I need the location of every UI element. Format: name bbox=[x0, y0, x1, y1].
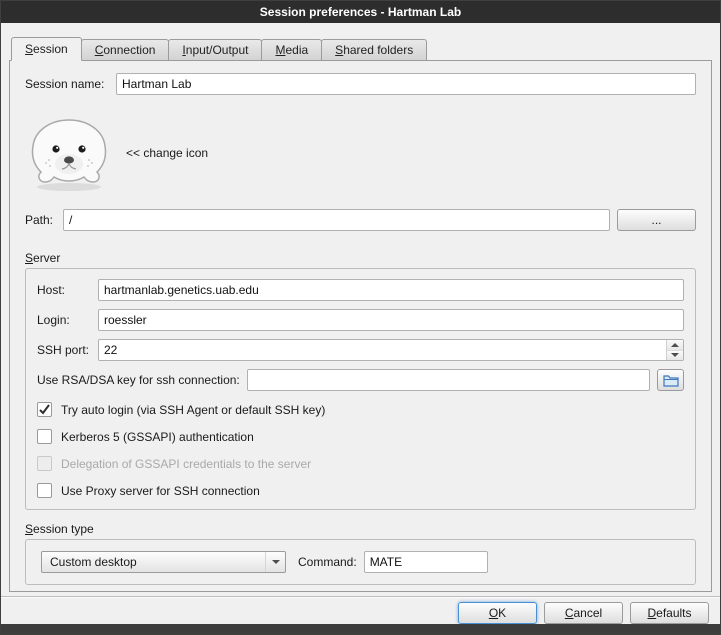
checkbox-label: Kerberos 5 (GSSAPI) authentication bbox=[61, 430, 254, 444]
checkbox-label: Try auto login (via SSH Agent or default… bbox=[61, 403, 325, 417]
path-input[interactable] bbox=[63, 209, 610, 231]
change-icon-label: << change icon bbox=[126, 146, 208, 160]
session-name-label: Session name: bbox=[25, 77, 116, 91]
tab-connection[interactable]: Connection bbox=[81, 39, 170, 60]
checkmark-icon bbox=[38, 403, 51, 416]
checkbox-auto-login[interactable]: Try auto login (via SSH Agent or default… bbox=[37, 401, 684, 418]
window-titlebar: Session preferences - Hartman Lab bbox=[1, 1, 720, 23]
tab-input-output[interactable]: Input/Output bbox=[168, 39, 262, 60]
tab-bar: Session Connection Input/Output Media Sh… bbox=[9, 36, 712, 60]
checkbox-gssapi-delegation: Delegation of GSSAPI credentials to the … bbox=[37, 455, 684, 472]
ssh-port-row: SSH port: bbox=[37, 339, 684, 361]
server-group-title: Server bbox=[25, 251, 696, 265]
checkbox-kerberos[interactable]: Kerberos 5 (GSSAPI) authentication bbox=[37, 428, 684, 445]
ssh-port-spin-buttons bbox=[666, 340, 683, 360]
command-label: Command: bbox=[298, 555, 357, 569]
path-row: Path: ... bbox=[25, 209, 696, 231]
host-label: Host: bbox=[37, 283, 98, 297]
session-type-selected-value: Custom desktop bbox=[50, 555, 265, 569]
checkbox-box[interactable] bbox=[37, 402, 52, 417]
login-row: Login: bbox=[37, 309, 684, 331]
rsa-key-browse-button[interactable] bbox=[657, 369, 684, 391]
host-input[interactable] bbox=[98, 279, 684, 301]
login-label: Login: bbox=[37, 313, 98, 327]
window-bottom-edge bbox=[1, 624, 720, 634]
ssh-port-label: SSH port: bbox=[37, 343, 98, 357]
ssh-port-spinbox bbox=[98, 339, 684, 361]
dialog-body: Session Connection Input/Output Media Sh… bbox=[1, 23, 720, 624]
checkbox-proxy[interactable]: Use Proxy server for SSH connection bbox=[37, 482, 684, 499]
rsa-key-input[interactable] bbox=[247, 369, 650, 391]
seal-icon bbox=[25, 114, 113, 192]
chevron-down-icon bbox=[272, 560, 280, 564]
tab-shared-folders[interactable]: Shared folders bbox=[321, 39, 427, 60]
server-group-frame: Host: Login: SSH port: bbox=[25, 268, 696, 510]
login-input[interactable] bbox=[98, 309, 684, 331]
rsa-key-label: Use RSA/DSA key for ssh connection: bbox=[37, 373, 240, 387]
dialog-button-box: OK Cancel Defaults bbox=[9, 602, 712, 624]
ssh-port-decrement-button[interactable] bbox=[667, 351, 683, 361]
ssh-port-increment-button[interactable] bbox=[667, 340, 683, 351]
checkbox-box bbox=[37, 456, 52, 471]
session-name-row: Session name: bbox=[25, 73, 696, 95]
session-type-dropdown[interactable]: Custom desktop bbox=[41, 551, 286, 573]
tab-panel-session: Session name: bbox=[9, 60, 712, 592]
checkbox-box[interactable] bbox=[37, 483, 52, 498]
defaults-button[interactable]: Defaults bbox=[630, 602, 709, 624]
session-icon-button[interactable] bbox=[25, 114, 113, 192]
session-type-group: Session type Custom desktop Command: bbox=[25, 522, 696, 585]
session-type-frame: Custom desktop Command: bbox=[25, 539, 696, 585]
checkbox-label: Use Proxy server for SSH connection bbox=[61, 484, 260, 498]
server-group: Server Host: Login: SSH port: bbox=[25, 251, 696, 510]
session-preferences-window: Session preferences - Hartman Lab Sessio… bbox=[0, 0, 721, 635]
path-browse-button[interactable]: ... bbox=[617, 209, 696, 231]
tab-media[interactable]: Media bbox=[261, 39, 322, 60]
arrow-down-icon bbox=[671, 353, 679, 357]
checkbox-box[interactable] bbox=[37, 429, 52, 444]
ssh-port-input[interactable] bbox=[98, 339, 684, 361]
host-row: Host: bbox=[37, 279, 684, 301]
folder-icon bbox=[663, 374, 679, 387]
session-type-group-title: Session type bbox=[25, 522, 696, 536]
path-label: Path: bbox=[25, 213, 63, 227]
window-title: Session preferences - Hartman Lab bbox=[260, 5, 461, 19]
checkbox-label: Delegation of GSSAPI credentials to the … bbox=[61, 457, 311, 471]
arrow-up-icon bbox=[671, 343, 679, 347]
rsa-key-row: Use RSA/DSA key for ssh connection: bbox=[37, 369, 684, 391]
dropdown-arrow-zone bbox=[265, 552, 285, 572]
ok-button[interactable]: OK bbox=[458, 602, 537, 624]
command-input[interactable] bbox=[364, 551, 488, 573]
session-icon-row: << change icon bbox=[25, 114, 696, 192]
cancel-button[interactable]: Cancel bbox=[544, 602, 623, 624]
session-name-input[interactable] bbox=[116, 73, 696, 95]
tab-session[interactable]: Session bbox=[11, 37, 82, 61]
footer-separator bbox=[1, 596, 720, 598]
